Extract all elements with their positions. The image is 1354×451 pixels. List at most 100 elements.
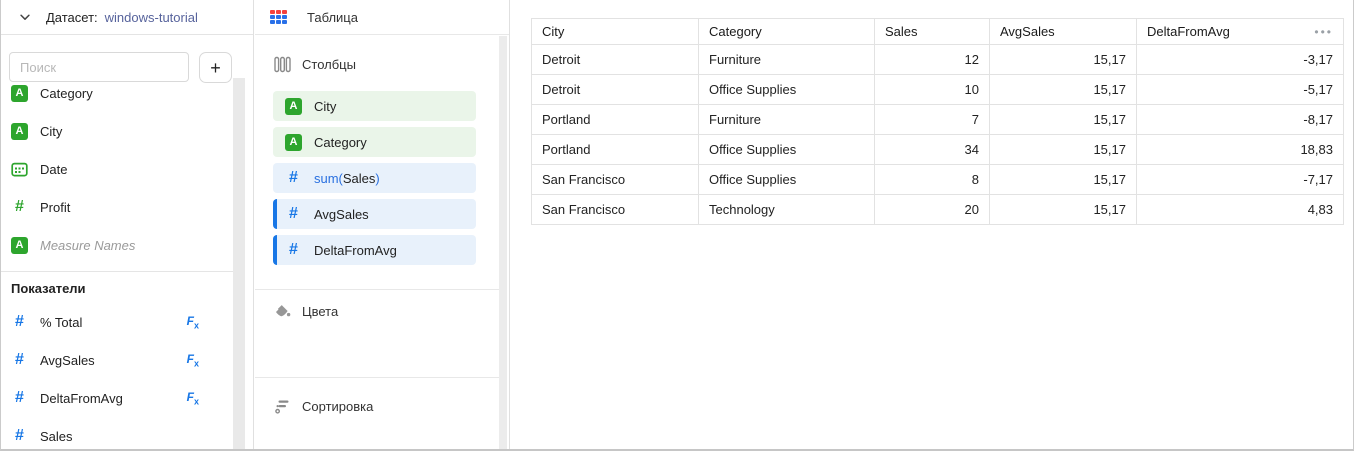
cell-deltafromavg: -3,17 [1137,45,1344,75]
divider [255,377,501,378]
datalens-wizard-window: Датасет: windows-tutorial + A Category A… [0,0,1354,451]
column-header-category[interactable]: Category [699,19,875,45]
cell-avgsales: 15,17 [990,75,1137,105]
field-label: % Total [40,315,82,330]
column-header-city[interactable]: City [532,19,699,45]
number-type-icon: # [11,313,28,331]
preview-table: City Category Sales AvgSales DeltaFromAv… [531,18,1344,225]
column-header-sales[interactable]: Sales [875,19,990,45]
divider [255,289,501,290]
chip-label: sum(Sales) [314,171,380,186]
dataset-label: Датасет: [46,10,98,25]
divider [1,271,233,272]
left-panel-scrollbar[interactable] [233,78,245,449]
cell-city: San Francisco [532,195,699,225]
cell-sales: 12 [875,45,990,75]
chevron-down-icon[interactable] [17,9,33,25]
cell-avgsales: 15,17 [990,165,1137,195]
colors-section[interactable]: Цвета [255,297,509,325]
dataset-name-link[interactable]: windows-tutorial [105,10,198,25]
number-type-icon: # [11,351,28,369]
columns-section-header: Столбцы [255,50,509,78]
sort-section[interactable]: Сортировка [255,392,509,420]
table-row: San Francisco Technology 20 15,17 4,83 [532,195,1344,225]
cell-category: Office Supplies [699,165,875,195]
cell-city: San Francisco [532,165,699,195]
cell-city: Portland [532,135,699,165]
dimensions-list: A Category A City Date # Profit A Measur… [1,74,233,264]
cell-category: Furniture [699,45,875,75]
sort-section-label: Сортировка [302,399,373,414]
field-row-deltafromavg[interactable]: # DeltaFromAvg Fx [1,379,233,417]
dataset-bar: Датасет: windows-tutorial [1,0,253,35]
column-header-deltafromavg[interactable]: DeltaFromAvg••• [1137,19,1344,45]
field-row-avgsales[interactable]: # AvgSales Fx [1,341,233,379]
cell-avgsales: 15,17 [990,105,1137,135]
chip-label: DeltaFromAvg [314,243,397,258]
field-label: Sales [40,429,73,444]
string-type-icon: A [11,237,28,254]
field-label: City [40,124,62,139]
string-type-icon: A [11,123,28,140]
formula-icon: Fx [187,390,199,406]
cell-city: Detroit [532,45,699,75]
cell-sales: 20 [875,195,990,225]
field-row-measure-names[interactable]: A Measure Names [1,226,233,264]
chart-type-selector[interactable]: Таблица [255,0,509,35]
cell-category: Office Supplies [699,75,875,105]
field-row-date[interactable]: Date [1,150,233,188]
more-menu-icon[interactable]: ••• [1314,26,1333,38]
field-row-category[interactable]: A Category [1,74,233,112]
string-type-icon: A [285,98,302,115]
date-type-icon [11,161,28,178]
columns-chip-deltafromavg[interactable]: # DeltaFromAvg [273,235,476,265]
cell-avgsales: 15,17 [990,195,1137,225]
columns-chip-avgsales[interactable]: # AvgSales [273,199,476,229]
cell-category: Office Supplies [699,135,875,165]
columns-chip-sum-sales[interactable]: # sum(Sales) [273,163,476,193]
field-row-profit[interactable]: # Profit [1,188,233,226]
config-panel-scrollbar[interactable] [499,36,507,449]
table-chart-icon [270,10,287,24]
table-row: Detroit Office Supplies 10 15,17 -5,17 [532,75,1344,105]
field-label: Measure Names [40,238,135,253]
cell-city: Detroit [532,75,699,105]
columns-chip-list: A City A Category # sum(Sales) # AvgSale… [255,91,509,265]
columns-section-label: Столбцы [302,57,356,72]
field-row-percent-total[interactable]: # % Total Fx [1,303,233,341]
number-type-icon: # [11,427,28,445]
sort-icon [270,397,294,416]
columns-section: Столбцы A City A Category # sum(Sales) #… [255,50,509,271]
field-label: Date [40,162,67,177]
cell-sales: 34 [875,135,990,165]
columns-chip-city[interactable]: A City [273,91,476,121]
columns-chip-category[interactable]: A Category [273,127,476,157]
measures-section-title: Показатели [11,281,86,296]
cell-sales: 8 [875,165,990,195]
cell-deltafromavg: -8,17 [1137,105,1344,135]
chart-preview-panel: City Category Sales AvgSales DeltaFromAv… [511,0,1353,449]
cell-avgsales: 15,17 [990,45,1137,75]
field-label: Profit [40,200,70,215]
cell-deltafromavg: 18,83 [1137,135,1344,165]
cell-category: Technology [699,195,875,225]
paint-bucket-icon [270,301,294,321]
number-type-icon: # [11,389,28,407]
field-row-city[interactable]: A City [1,112,233,150]
string-type-icon: A [285,134,302,151]
cell-deltafromavg: -7,17 [1137,165,1344,195]
field-row-sales[interactable]: # Sales [1,417,233,451]
field-label: Category [40,86,93,101]
formula-icon: Fx [187,352,199,368]
cell-sales: 10 [875,75,990,105]
colors-section-label: Цвета [302,304,338,319]
table-row: Detroit Furniture 12 15,17 -3,17 [532,45,1344,75]
column-header-avgsales[interactable]: AvgSales [990,19,1137,45]
table-row: San Francisco Office Supplies 8 15,17 -7… [532,165,1344,195]
cell-category: Furniture [699,105,875,135]
chip-label: AvgSales [314,207,369,222]
formula-icon: Fx [187,314,199,330]
cell-avgsales: 15,17 [990,135,1137,165]
string-type-icon: A [11,85,28,102]
cell-city: Portland [532,105,699,135]
